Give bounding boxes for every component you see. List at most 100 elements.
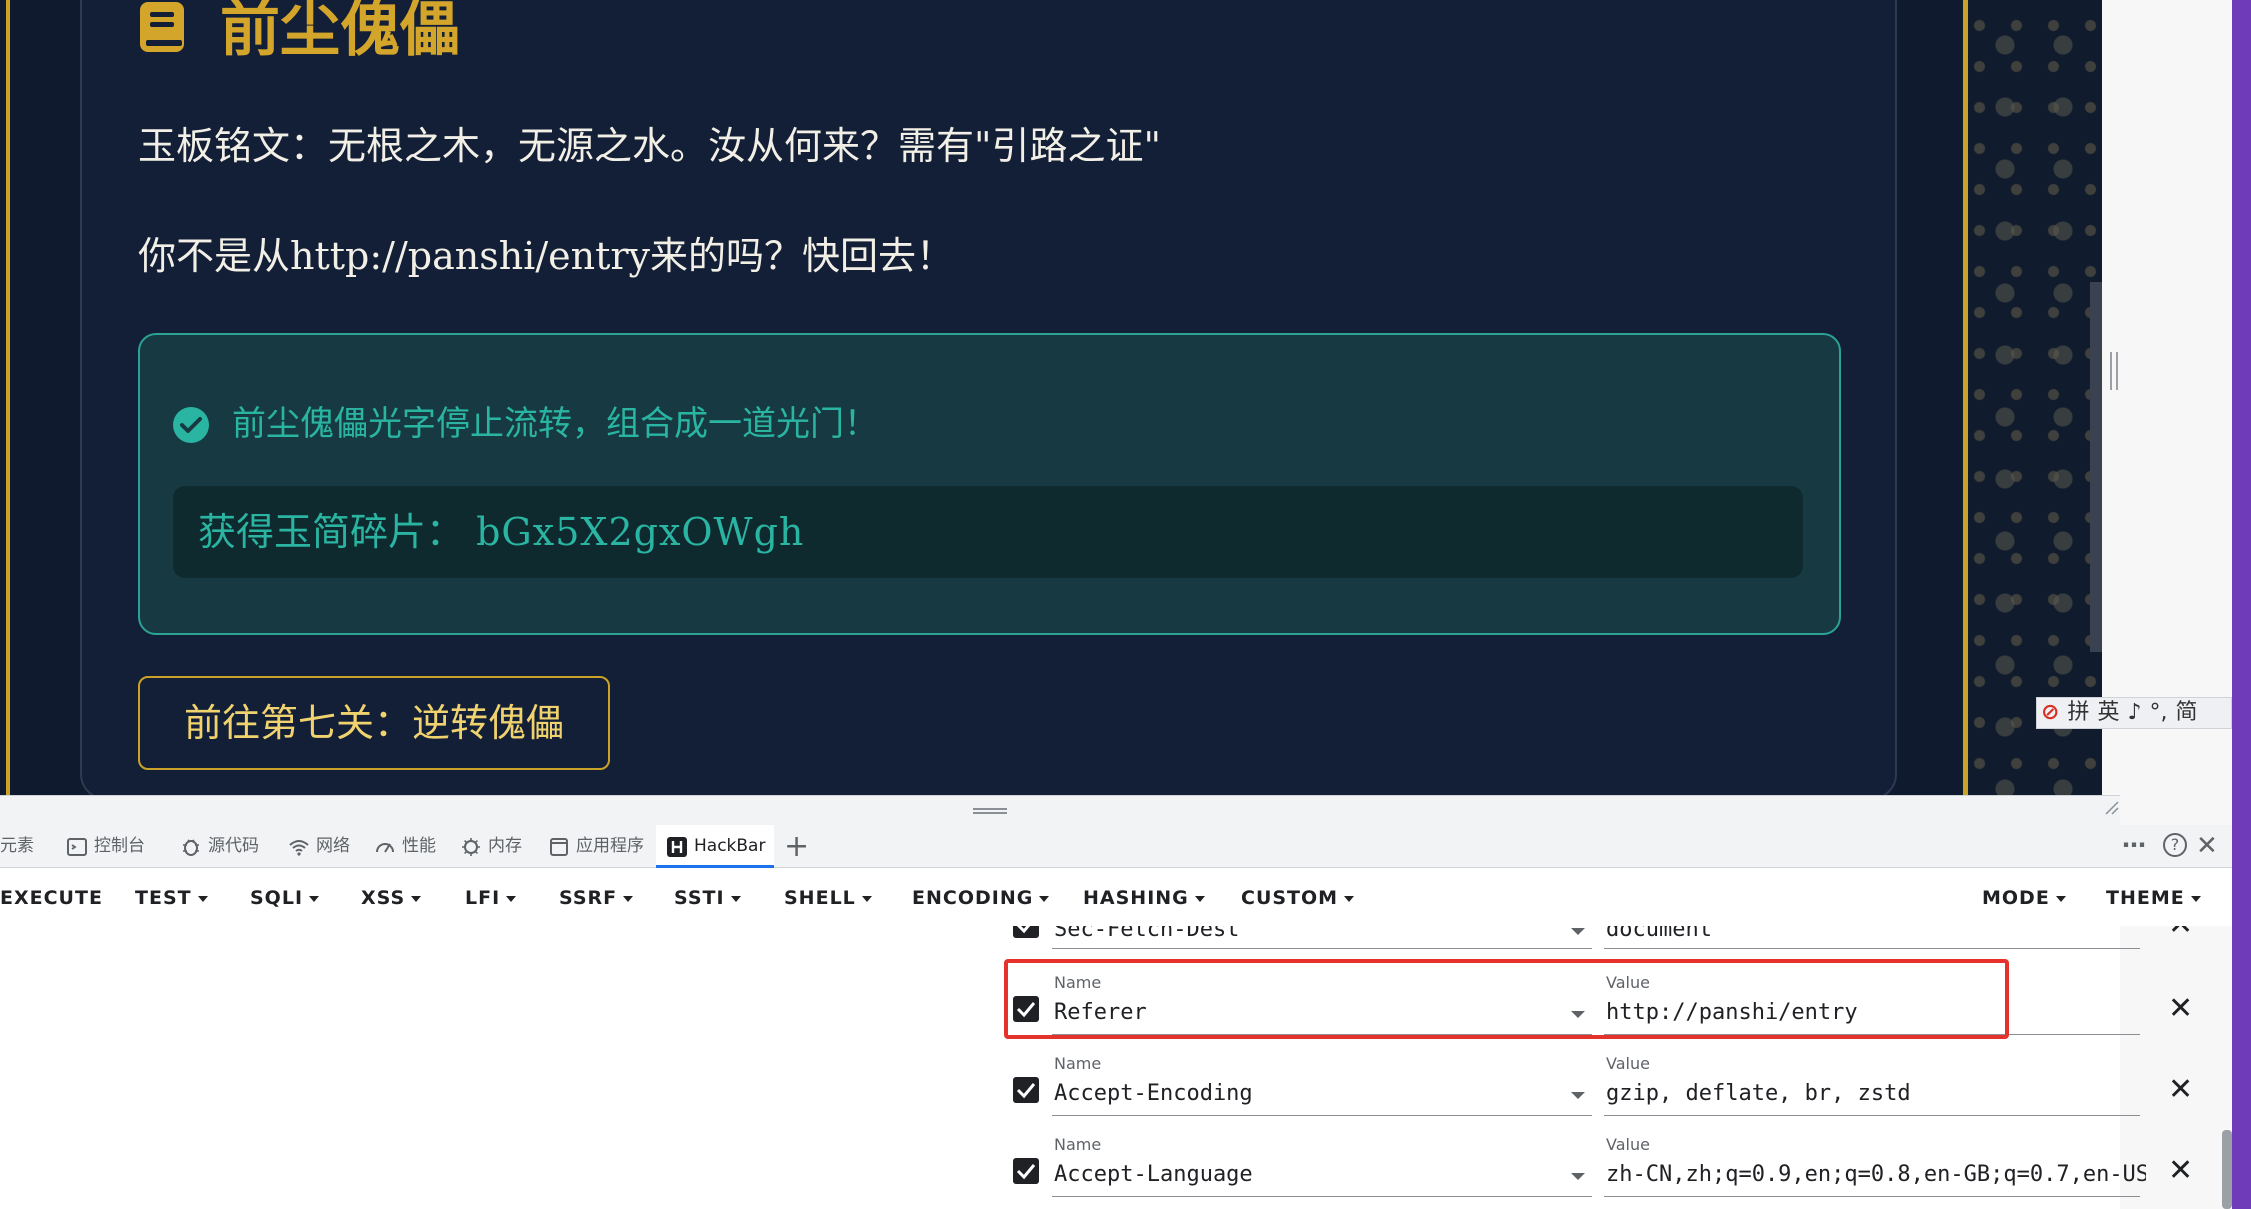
ime-item-punct[interactable]: °, — [2150, 700, 2168, 725]
next-level-button[interactable]: 前往第七关：逆转傀儡 — [138, 676, 610, 770]
ime-toolbar[interactable]: ⊘ 拼英 ♪ °, 简 — [2036, 697, 2232, 729]
menu-label: THEME — [2106, 887, 2185, 909]
console-icon — [67, 837, 87, 856]
tab-label: 应用程序 — [576, 836, 644, 856]
menu-mode[interactable]: MODE — [1982, 880, 2066, 916]
field-underline — [1604, 1115, 2140, 1116]
menu-label: LFI — [465, 887, 501, 909]
add-tab-button[interactable]: + — [784, 825, 809, 868]
menu-test[interactable]: TEST — [135, 880, 208, 916]
field-underline — [1604, 1196, 2140, 1197]
left-gold-rail — [6, 0, 10, 795]
tab-elements[interactable]: 元素 — [0, 825, 34, 868]
tab-memory[interactable]: 内存 — [460, 825, 522, 868]
header-checkbox[interactable] — [1013, 1158, 1039, 1184]
menu-shell[interactable]: SHELL — [784, 880, 872, 916]
menu-label: XSS — [361, 887, 406, 909]
desktop-edge — [2232, 0, 2251, 1209]
menu-label: MODE — [1982, 887, 2050, 909]
tab-console[interactable]: 控制台 — [66, 825, 145, 868]
chevron-down-icon[interactable] — [1571, 928, 1585, 935]
chevron-down-icon[interactable] — [1571, 1173, 1585, 1180]
devtools-resize-bar[interactable] — [0, 795, 2120, 825]
menu-label: SSTI — [674, 887, 725, 909]
header-value-input[interactable]: document — [1606, 926, 2136, 942]
menu-ssrf[interactable]: SSRF — [559, 880, 634, 916]
chevron-down-icon — [861, 895, 872, 902]
tab-network[interactable]: 网络 — [288, 825, 350, 868]
story-line-1: 玉板铭文：无根之木，无源之水。汝从何来？需有"引路之证" — [138, 124, 1161, 168]
menu-hashing[interactable]: HASHING — [1083, 880, 1205, 916]
menu-execute[interactable]: EXECUTE — [0, 880, 103, 916]
gauge-icon — [376, 842, 394, 853]
field-underline — [1052, 1196, 1592, 1197]
header-name-input[interactable]: Sec-Fetch-Dest — [1054, 926, 1554, 942]
field-underline — [1052, 1115, 1592, 1116]
menu-sqli[interactable]: SQLI — [250, 880, 320, 916]
tab-label: 内存 — [488, 836, 522, 856]
menu-ssti[interactable]: SSTI — [674, 880, 741, 916]
chevron-down-icon — [1039, 895, 1050, 902]
menu-label: TEST — [135, 887, 192, 909]
menu-xss[interactable]: XSS — [361, 880, 422, 916]
header-name-input[interactable]: Accept-Encoding — [1054, 1081, 1554, 1106]
remove-header-icon[interactable]: ✕ — [2168, 994, 2193, 1024]
name-label: Name — [1054, 1135, 1102, 1154]
chevron-down-icon — [623, 895, 634, 902]
value-label: Value — [1606, 1054, 1650, 1073]
chevron-down-icon — [730, 895, 741, 902]
menu-label: SHELL — [784, 887, 856, 909]
ime-logo-icon: ⊘ — [2041, 700, 2060, 725]
close-devtools-icon[interactable]: ✕ — [2196, 825, 2218, 868]
menu-label: HASHING — [1083, 887, 1189, 909]
success-message: 前尘傀儡光字停止流转，组合成一道光门！ — [232, 404, 878, 444]
story-line-2: 你不是从http://panshi/entry来的吗？快回去！ — [138, 234, 954, 278]
more-options-icon[interactable]: ⋯ — [2122, 825, 2146, 868]
tab-application[interactable]: 应用程序 — [548, 825, 644, 868]
header-name-input[interactable]: Accept-Language — [1054, 1162, 1554, 1187]
header-value-input[interactable]: gzip, deflate, br, zstd — [1606, 1081, 2136, 1106]
menu-label: EXECUTE — [0, 887, 103, 909]
splitter-grip[interactable] — [2110, 352, 2118, 390]
starfield-decoration — [1968, 0, 2102, 795]
menu-theme[interactable]: THEME — [2106, 880, 2201, 916]
ime-item-simplified[interactable]: 简 — [2176, 700, 2198, 725]
remove-header-icon[interactable]: ✕ — [2168, 1075, 2193, 1105]
remove-header-icon[interactable]: ✕ — [2168, 926, 2193, 940]
field-underline — [1604, 948, 2140, 949]
drag-grip-icon[interactable] — [973, 808, 1007, 814]
remove-header-icon[interactable]: ✕ — [2168, 1156, 2193, 1186]
wifi-icon — [289, 839, 309, 856]
menu-label: SSRF — [559, 887, 618, 909]
fragment-text: 获得玉简碎片： bGx5X2gxOWgh — [198, 507, 804, 557]
page-scrollbar[interactable] — [2090, 282, 2102, 652]
header-checkbox[interactable] — [1013, 1077, 1039, 1103]
ime-item-music[interactable]: ♪ — [2127, 700, 2141, 725]
menu-label: SQLI — [250, 887, 304, 909]
devtools-scrollbar[interactable] — [2222, 1130, 2232, 1209]
header-checkbox[interactable] — [1013, 926, 1039, 938]
help-icon[interactable]: ? — [2163, 833, 2187, 857]
ime-item-english[interactable]: 英 — [2097, 700, 2119, 725]
tab-label: HackBar — [694, 836, 766, 856]
menu-label: CUSTOM — [1241, 887, 1339, 909]
menu-encoding[interactable]: ENCODING — [912, 880, 1050, 916]
chevron-down-icon[interactable] — [1571, 1092, 1585, 1099]
tab-label: 网络 — [316, 836, 350, 856]
ime-item-pinyin[interactable]: 拼 — [2067, 700, 2089, 725]
tab-performance[interactable]: 性能 — [374, 825, 436, 868]
header-value-input[interactable]: zh-CN,zh;q=0.9,en;q=0.8,en-GB;q=0.7,en-U… — [1606, 1162, 2146, 1187]
chevron-down-icon — [2055, 895, 2066, 902]
tab-label: 控制台 — [94, 836, 145, 856]
referer-highlight-box — [1004, 959, 2009, 1039]
chevron-down-icon — [197, 895, 208, 902]
menu-lfi[interactable]: LFI — [465, 880, 517, 916]
bug-icon — [183, 838, 199, 856]
level-title: 前尘傀儡 — [220, 0, 460, 65]
resize-corner-icon[interactable] — [2104, 800, 2120, 816]
success-panel — [138, 333, 1841, 635]
menu-custom[interactable]: CUSTOM — [1241, 880, 1355, 916]
tab-sources[interactable]: 源代码 — [180, 825, 259, 868]
chevron-down-icon — [1194, 895, 1205, 902]
tab-hackbar[interactable]: HackBar — [656, 825, 774, 868]
